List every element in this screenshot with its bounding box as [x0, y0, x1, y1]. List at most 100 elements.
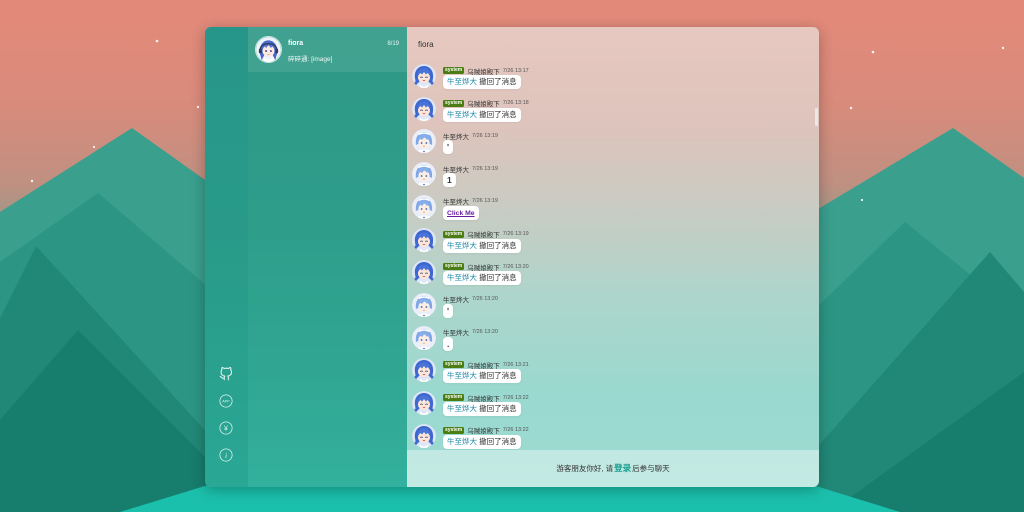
- message-bubble: 牛至烨大 撤回了消息: [443, 107, 521, 122]
- message-bubble: 牛至烨大 撤回了消息: [443, 271, 521, 286]
- message-info: system 乌贼娘殿下 7/26 13:18: [443, 99, 529, 108]
- message-time: 7/26 13:17: [502, 67, 529, 74]
- message-nickname[interactable]: 牛至烨大: [443, 196, 469, 206]
- recall-user-name[interactable]: 牛至烨大: [447, 241, 477, 250]
- message-nickname[interactable]: 乌贼娘殿下: [467, 229, 500, 239]
- message-bubble: ': [443, 140, 454, 155]
- message-time: 7/26 13:22: [502, 427, 529, 434]
- message-time: 7/26 13:20: [472, 296, 498, 303]
- recall-user-name[interactable]: 牛至烨大: [447, 77, 477, 86]
- message-avatar[interactable]: [412, 96, 436, 121]
- message-time: 7/26 13:18: [502, 100, 529, 107]
- app-download-icon[interactable]: APP: [219, 394, 233, 408]
- recall-user-name[interactable]: 牛至烨大: [447, 404, 477, 413]
- message-time: 7/26 13:20: [502, 263, 529, 270]
- message-bubble: ': [443, 303, 454, 318]
- message-nickname[interactable]: 牛至烨大: [443, 164, 469, 174]
- message-nickname[interactable]: 乌贼娘殿下: [467, 98, 500, 108]
- guest-prompt-suffix: 后参与聊天: [632, 464, 670, 473]
- squid-girl-avatar: [412, 423, 436, 448]
- message-nickname[interactable]: 乌贼娘殿下: [467, 262, 500, 272]
- message-nickname[interactable]: 乌贼娘殿下: [467, 66, 500, 76]
- message-bubble: 牛至烨大 撤回了消息: [443, 434, 521, 449]
- squid-girl-avatar: [412, 260, 436, 285]
- message-nickname[interactable]: 牛至烨大: [443, 327, 469, 337]
- message-text: ': [447, 305, 450, 316]
- scrollbar-thumb[interactable]: [815, 108, 818, 126]
- message-info: 牛至烨大 7/26 13:20: [443, 328, 498, 337]
- star: [155, 39, 159, 43]
- system-tag: system: [443, 426, 465, 434]
- star: [196, 105, 200, 109]
- star: [1001, 46, 1005, 50]
- message-avatar[interactable]: [412, 423, 436, 448]
- message-bubble: 1: [443, 173, 456, 188]
- message-avatar[interactable]: [412, 227, 436, 252]
- sidebar: APP ¥ i: [205, 27, 248, 487]
- message-avatar[interactable]: [412, 64, 436, 88]
- system-tag: system: [443, 99, 465, 107]
- message-avatar[interactable]: [412, 391, 436, 415]
- message-avatar[interactable]: [412, 129, 436, 154]
- message-text: .: [447, 338, 450, 349]
- recall-user-name[interactable]: 牛至烨大: [447, 110, 477, 119]
- message-info: system 乌贼娘殿下 7/26 13:21: [443, 360, 529, 370]
- login-link[interactable]: 登录: [614, 463, 631, 473]
- message-avatar[interactable]: [412, 260, 436, 285]
- recall-user-name[interactable]: 牛至烨大: [447, 371, 477, 380]
- message-avatar[interactable]: [412, 325, 436, 350]
- message-time: 7/26 13:19: [472, 165, 498, 172]
- star: [92, 145, 96, 149]
- message-info: system 乌贼娘殿下 7/26 13:17: [443, 66, 529, 76]
- yen-glyph: ¥: [224, 426, 228, 433]
- squid-girl-avatar: [412, 64, 436, 88]
- message-nickname[interactable]: 乌贼娘殿下: [467, 425, 500, 435]
- message-list[interactable]: system 乌贼娘殿下 7/26 13:17 牛至烨大 撤回了消息 system 乌贼娘…: [407, 62, 819, 450]
- message-item: system 乌贼娘殿下 7/26 13:21 牛至烨大 撤回了消息: [407, 357, 807, 389]
- system-tag: system: [443, 394, 465, 401]
- recall-text: 撤回了消息: [479, 371, 517, 381]
- message-nickname[interactable]: 牛至烨大: [443, 294, 469, 304]
- message-item: system 乌贼娘殿下 7/26 13:19 牛至烨大 撤回了消息: [407, 227, 807, 259]
- message-item: system 乌贼娘殿下 7/26 13:20 牛至烨大 撤回了消息: [407, 259, 807, 291]
- squid-girl-avatar: [412, 227, 436, 252]
- message-text: 1: [447, 175, 452, 186]
- recall-text: 撤回了消息: [479, 436, 517, 446]
- message-avatar[interactable]: [412, 358, 436, 383]
- app-icon-label: APP: [222, 399, 230, 403]
- star: [871, 50, 875, 54]
- linkman-item-fiora[interactable]: fiora 8/19 碎碎通: [image]: [248, 27, 407, 72]
- recall-user-name[interactable]: 牛至烨大: [447, 437, 477, 446]
- message-avatar[interactable]: [412, 162, 436, 187]
- message-nickname[interactable]: 乌贼娘殿下: [467, 360, 500, 370]
- message-item: 牛至烨大 7/26 13:20 ': [407, 292, 807, 324]
- message-item: system 乌贼娘殿下 7/26 13:18 牛至烨大 撤回了消息: [407, 96, 807, 128]
- yen-icon[interactable]: ¥: [219, 421, 233, 435]
- message-info: system 乌贼娘殿下 7/26 13:20: [443, 262, 529, 272]
- message-time: 7/26 13:22: [502, 394, 529, 401]
- recall-text: 撤回了消息: [479, 404, 517, 413]
- info-glyph: i: [225, 451, 227, 460]
- message-avatar[interactable]: [412, 292, 436, 317]
- system-tag: system: [443, 230, 465, 238]
- message-bubble: .: [443, 336, 454, 351]
- info-icon[interactable]: i: [219, 448, 233, 462]
- squid-girl-avatar: [412, 391, 436, 415]
- message-info: 牛至烨大 7/26 13:19: [443, 197, 498, 206]
- message-avatar[interactable]: [412, 194, 436, 219]
- message-item: 牛至烨大 7/26 13:19 ': [407, 128, 807, 160]
- recall-user-name[interactable]: 牛至烨大: [447, 273, 477, 282]
- chat-panel: fiora system 乌贼娘殿下 7/26 13:17 牛至烨大 撤回了消息 sys…: [407, 27, 819, 487]
- message-info: system 乌贼娘殿下 7/26 13:22: [443, 393, 529, 403]
- message-nickname[interactable]: 牛至烨大: [443, 131, 469, 141]
- message-time: 7/26 13:21: [502, 361, 529, 368]
- blue-hair-girl-avatar: [412, 194, 436, 219]
- github-icon[interactable]: [219, 367, 233, 381]
- message-bubble: 牛至烨大 撤回了消息: [443, 75, 521, 89]
- star: [30, 179, 34, 183]
- linkman-panel: fiora 8/19 碎碎通: [image]: [248, 27, 407, 487]
- message-link[interactable]: Click Me: [447, 210, 475, 217]
- message-nickname[interactable]: 乌贼娘殿下: [467, 393, 500, 403]
- message-bubble: 牛至烨大 撤回了消息: [443, 238, 521, 253]
- avatar: [255, 36, 282, 63]
